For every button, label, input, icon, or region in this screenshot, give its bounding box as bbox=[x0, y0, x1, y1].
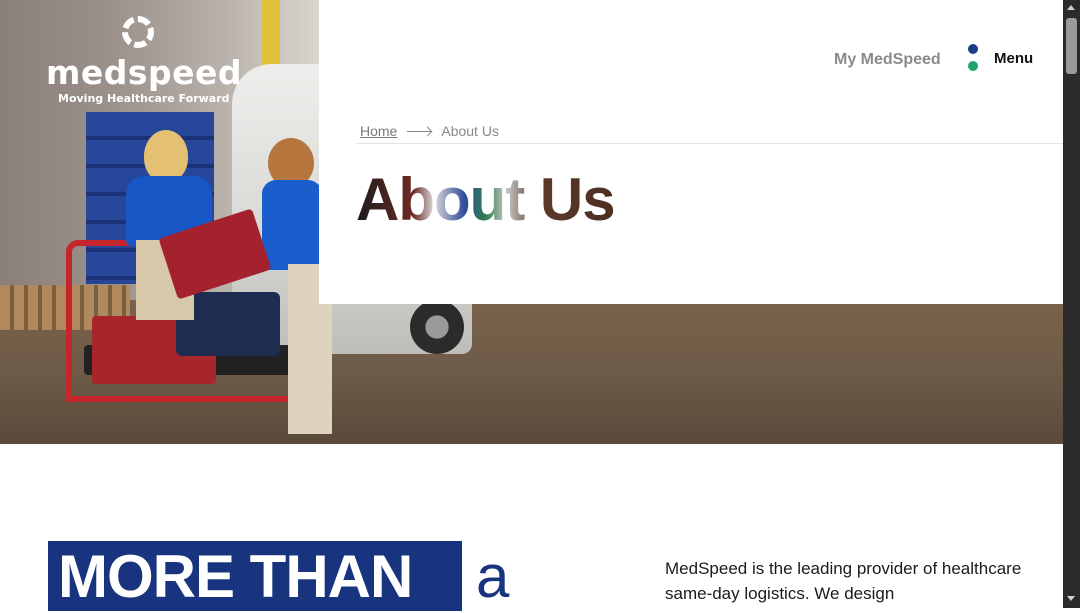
title-panel: My MedSpeed Menu Home About Us About Us bbox=[319, 0, 1063, 304]
menu-dots-icon[interactable] bbox=[968, 44, 980, 74]
scroll-down-icon[interactable] bbox=[1067, 596, 1075, 601]
menu-button[interactable]: Menu bbox=[994, 50, 1033, 67]
menu-dot-green bbox=[968, 61, 978, 71]
vertical-scrollbar[interactable] bbox=[1063, 0, 1080, 608]
divider bbox=[356, 143, 1063, 144]
scroll-up-icon[interactable] bbox=[1067, 5, 1075, 10]
my-medspeed-link[interactable]: My MedSpeed bbox=[834, 51, 941, 69]
medspeed-logo[interactable]: medspeed Moving Healthcare Forward bbox=[46, 14, 246, 108]
person-shirt bbox=[262, 180, 322, 270]
logo-ring-icon bbox=[122, 16, 154, 48]
breadcrumb-home-link[interactable]: Home bbox=[360, 123, 397, 139]
section-heading-strong: MORE THAN bbox=[58, 543, 413, 610]
breadcrumb: Home About Us bbox=[360, 123, 499, 139]
menu-dot-blue bbox=[968, 44, 978, 54]
arrow-right-icon bbox=[407, 130, 432, 132]
logo-tagline: Moving Healthcare Forward bbox=[58, 92, 230, 105]
logo-wordmark: medspeed bbox=[46, 53, 243, 92]
intro-paragraph: MedSpeed is the leading provider of heal… bbox=[665, 559, 1022, 603]
person-head bbox=[144, 130, 188, 182]
van-wheel bbox=[410, 300, 464, 354]
section-heading-rest: a bbox=[476, 543, 510, 610]
breadcrumb-current: About Us bbox=[441, 123, 499, 139]
page-title: About Us bbox=[356, 164, 616, 236]
scroll-thumb[interactable] bbox=[1066, 18, 1077, 74]
